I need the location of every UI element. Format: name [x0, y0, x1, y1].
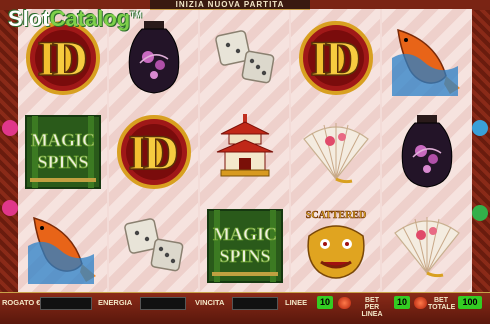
svg-text:MAGIC: MAGIC: [213, 224, 277, 244]
reel-5: [382, 9, 471, 292]
energy-label: ENERGIA: [98, 298, 133, 307]
symbol-magic-spins: MAGIC SPINS: [200, 199, 289, 293]
symbol-wild-d: D D: [109, 105, 198, 199]
watermark-logo: SlotCatalogTM: [8, 6, 142, 31]
symbol-koi-fish: [18, 199, 107, 293]
new-game-button[interactable]: INIZIA NUOVA PARTITA: [150, 0, 310, 10]
reel-1: D D MAGIC SPINS: [18, 9, 107, 292]
lines-increase-button[interactable]: [338, 297, 351, 309]
flower-icon: [472, 205, 488, 221]
symbol-pagoda: [200, 105, 289, 199]
svg-text:SPINS: SPINS: [219, 246, 270, 266]
reel-3: MAGIC SPINS: [200, 9, 289, 292]
symbol-dice: [109, 199, 198, 293]
flower-icon: [472, 120, 488, 136]
symbol-vase: [382, 105, 471, 199]
symbol-scatter-dragon: SCATTERED: [291, 199, 380, 293]
bet-per-line-value: 10: [394, 296, 410, 309]
symbol-wild-d: D D: [291, 11, 380, 105]
credit-display: [40, 297, 92, 310]
right-decor-panel: [470, 10, 490, 295]
bet-per-line-button[interactable]: [414, 297, 427, 309]
lines-label: LINEE: [285, 298, 308, 307]
reel-area: D D MAGIC SPINS D D MAGIC SPINS D D SCAT…: [18, 9, 472, 292]
win-label: VINCITA: [195, 298, 225, 307]
svg-text:MAGIC: MAGIC: [31, 130, 95, 150]
flower-icon: [2, 200, 18, 216]
symbol-fan: [291, 105, 380, 199]
lines-value: 10: [317, 296, 333, 309]
symbol-fan: [382, 199, 471, 293]
symbol-koi-fish: [382, 11, 471, 105]
flower-icon: [2, 120, 18, 136]
svg-text:SCATTERED: SCATTERED: [305, 210, 365, 221]
svg-text:SPINS: SPINS: [37, 152, 88, 172]
reel-4: D D SCATTERED: [291, 9, 380, 292]
svg-text:D: D: [51, 30, 87, 86]
bet-total-value: 100: [458, 296, 482, 309]
bet-per-line-label: BET PER LINEA: [361, 297, 383, 318]
left-decor-panel: [0, 10, 20, 295]
symbol-dice: [200, 11, 289, 105]
energy-display: [140, 297, 186, 310]
svg-text:D: D: [142, 124, 178, 180]
bet-total-label: BET TOTALE: [428, 297, 456, 311]
reel-2: D D: [109, 9, 198, 292]
symbol-magic-spins: MAGIC SPINS: [18, 105, 107, 199]
credit-label: ROGATO €: [2, 298, 41, 307]
win-display: [232, 297, 278, 310]
svg-text:D: D: [324, 30, 360, 86]
